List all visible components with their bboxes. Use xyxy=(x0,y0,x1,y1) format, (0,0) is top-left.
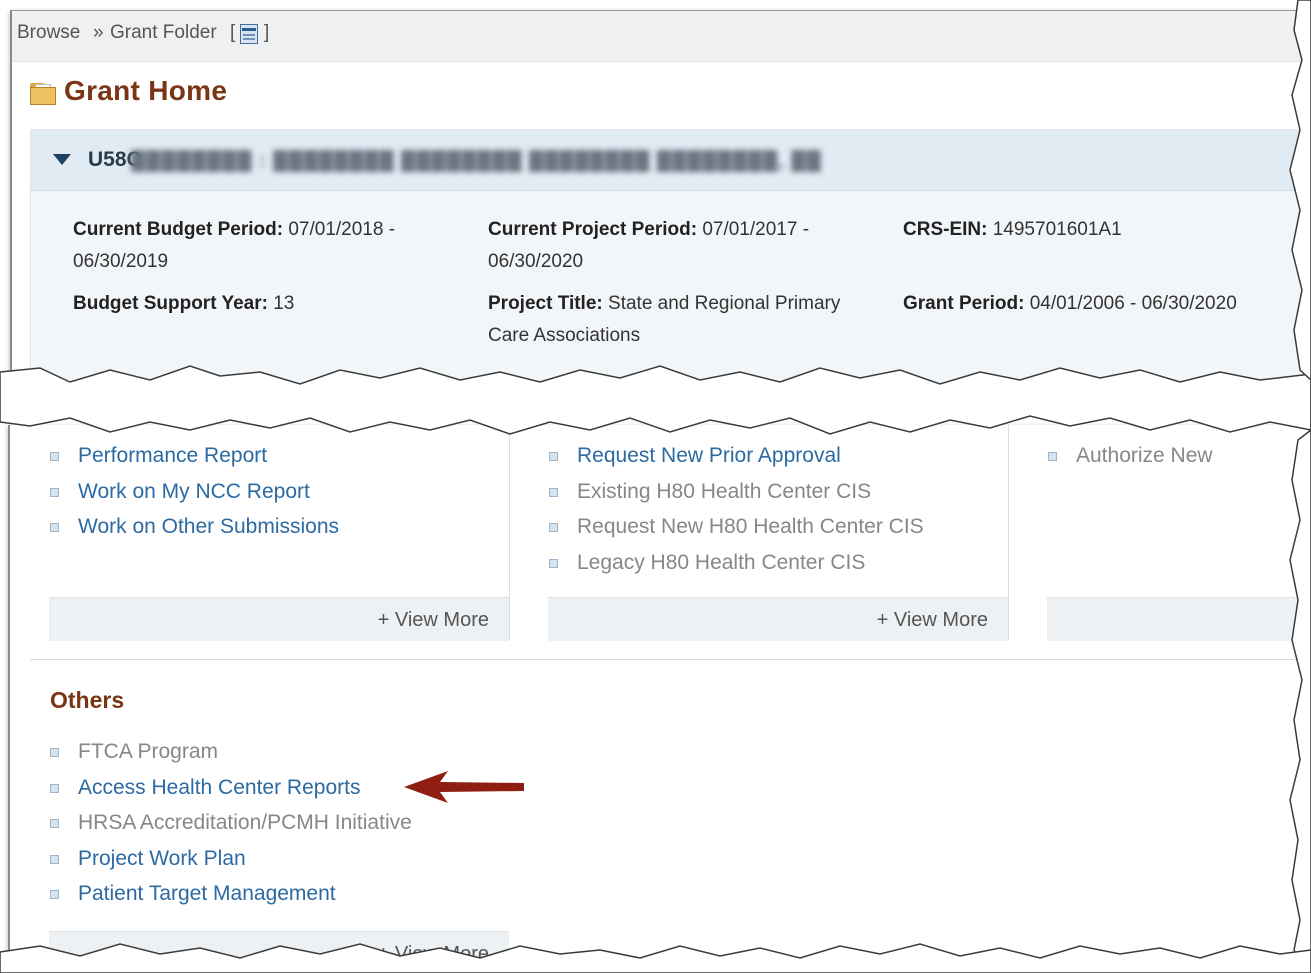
breadcrumb: Browse » Grant Folder [ ] xyxy=(12,11,1311,62)
bullet-icon xyxy=(1048,452,1057,461)
grant-actions-fragment: Performance Report Work on My NCC Report… xyxy=(8,425,1311,965)
breadcrumb-bracket-open: [ xyxy=(230,22,236,43)
breadcrumb-bracket-close: ] xyxy=(264,22,270,43)
view-more-button-col3[interactable] xyxy=(1047,597,1311,641)
project-title: Project Title: State and Regional Primar… xyxy=(488,293,841,346)
grant-period: Grant Period: 04/01/2006 - 06/30/2020 xyxy=(903,293,1237,314)
bullet-icon xyxy=(50,890,59,899)
current-budget-period: Current Budget Period: 07/01/2018 - 06/3… xyxy=(73,219,396,272)
view-more-button-col1[interactable]: + View More xyxy=(49,597,509,641)
bullet-icon xyxy=(50,523,59,532)
crs-ein: CRS-EIN: 1495701601A1 xyxy=(903,219,1122,240)
grant-name-redacted: ████████ : ████████ ████████ ████████ ██… xyxy=(131,150,821,172)
others-section-title: Others xyxy=(50,687,125,713)
bullet-icon xyxy=(549,452,558,461)
breadcrumb-browse[interactable]: Browse xyxy=(17,22,80,44)
bullet-icon xyxy=(50,452,59,461)
caret-down-icon[interactable] xyxy=(53,154,71,165)
bullet-icon xyxy=(549,523,558,532)
section-divider xyxy=(30,659,1311,660)
column-divider xyxy=(1008,425,1009,640)
grant-summary-header[interactable]: U58C ████████ : ████████ ████████ ██████… xyxy=(31,130,1311,191)
bullet-icon xyxy=(549,558,558,568)
grant-header-fragment: Browse » Grant Folder [ ] Grant Home U58… xyxy=(10,10,1311,391)
red-arrow-icon xyxy=(404,771,524,803)
grant-folder-icon[interactable] xyxy=(240,24,258,44)
bullet-icon xyxy=(50,854,59,864)
page-title: Grant Home xyxy=(64,75,228,106)
breadcrumb-separator: » xyxy=(93,22,104,43)
bullet-icon xyxy=(50,783,59,793)
column-divider xyxy=(509,425,510,640)
bullet-icon xyxy=(549,487,558,497)
view-more-button-others[interactable]: + View More xyxy=(49,931,509,965)
current-project-period: Current Project Period: 07/01/2017 - 06/… xyxy=(488,219,810,272)
folder-icon xyxy=(30,81,58,105)
bullet-icon xyxy=(50,748,59,757)
bullet-icon xyxy=(50,819,59,828)
bullet-icon xyxy=(50,487,59,497)
budget-support-year: Budget Support Year: 13 xyxy=(73,293,295,314)
view-more-button-col2[interactable]: + View More xyxy=(548,597,1008,641)
grant-summary-panel: U58C ████████ : ████████ ████████ ██████… xyxy=(30,129,1311,391)
breadcrumb-grant-folder[interactable]: Grant Folder xyxy=(110,22,217,44)
